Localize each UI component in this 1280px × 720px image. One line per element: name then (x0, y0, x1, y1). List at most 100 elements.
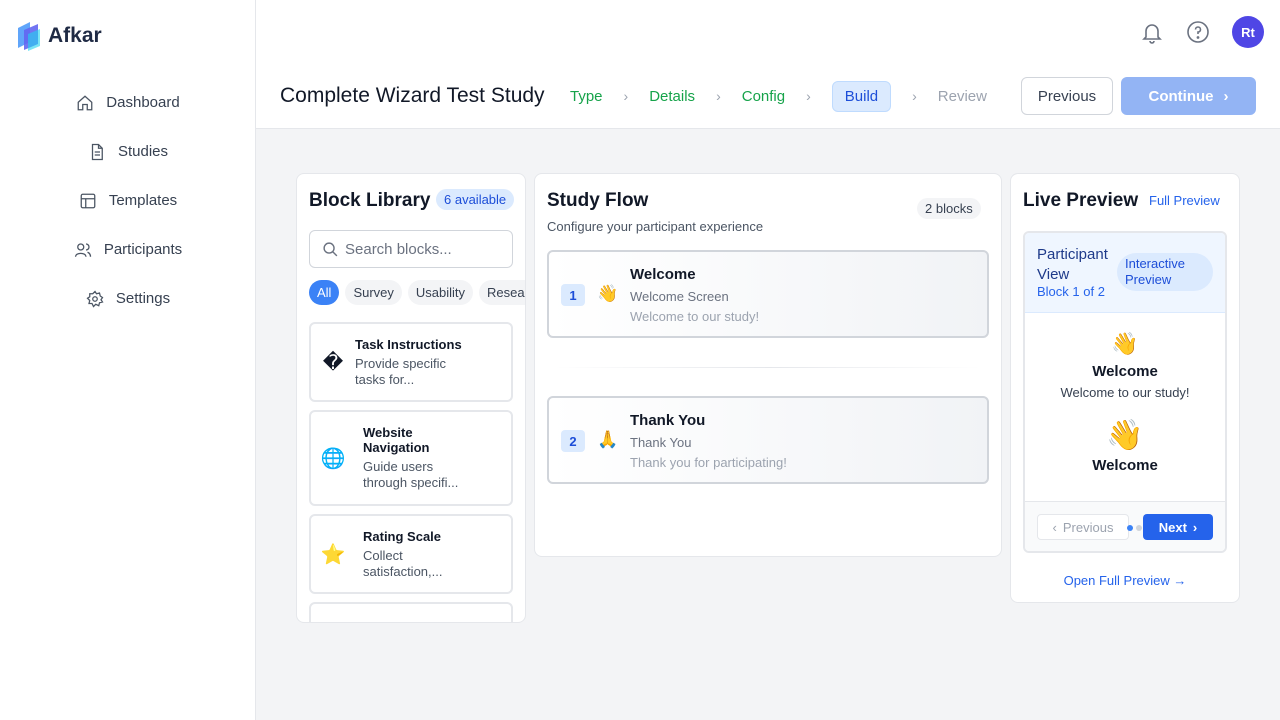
block-card-task-instructions[interactable]: � Task Instructions Provide specific task… (309, 322, 513, 402)
avatar[interactable]: Rt (1232, 16, 1264, 48)
block-title: Website (363, 425, 413, 440)
flow-block-type: Welcome Screen (630, 289, 729, 304)
block-card-website-navigation[interactable]: 🌐 Website Navigation Guide users through s… (309, 410, 513, 506)
block-library-panel: Block Library 6 available Search blocks.… (296, 173, 526, 623)
block-number: 2 (561, 430, 585, 452)
interactive-preview-badge: Interactive Preview (1117, 253, 1213, 291)
study-flow-title: Study Flow (547, 190, 649, 211)
filter-usability[interactable]: Usability (407, 280, 474, 305)
sidebar-item-studies[interactable]: Studies (0, 127, 256, 176)
globe-icon: 🌐 (320, 447, 346, 470)
app-name: Afkar (48, 24, 102, 47)
flow-block-title: Thank You (630, 412, 706, 429)
sidebar-item-settings[interactable]: Settings (0, 274, 256, 323)
participant-view-frame: Participant View Block 1 of 2 Interactiv… (1023, 231, 1227, 553)
chevron-right-icon: › (912, 88, 917, 104)
step-config[interactable]: Config (742, 88, 785, 105)
block-desc: Guide users (363, 459, 434, 474)
gear-icon (86, 289, 104, 308)
search-icon (323, 241, 338, 256)
chevron-right-icon: › (1223, 87, 1229, 105)
participant-view-header: Participant View Block 1 of 2 Interactiv… (1025, 233, 1225, 313)
waving-hand-icon: 👋 (597, 284, 619, 303)
block-number: 1 (561, 284, 585, 306)
block-desc: Provide specific (355, 355, 447, 371)
page-title: Complete Wizard Test Study (280, 84, 545, 107)
sidebar-item-label: Templates (108, 192, 178, 209)
afkar-logo-icon (18, 22, 40, 51)
star-icon: ⭐ (320, 543, 346, 566)
flow-block-type: Thank You (630, 435, 692, 450)
bell-icon[interactable] (1140, 20, 1164, 44)
block-title: Task Instructions (355, 336, 462, 352)
filter-survey[interactable]: Survey (345, 280, 402, 305)
wizard-steps: Type › Details › Config › Build › Review (570, 80, 987, 112)
task-instructions-icon: � (322, 351, 344, 374)
preview-welcome-message: Welcome to our study! (1060, 385, 1190, 400)
flow-block-desc: Welcome to our study! (630, 309, 760, 324)
block-position: Block 1 of 2 (1037, 284, 1105, 299)
praying-hands-icon: 🙏 (597, 430, 619, 449)
page-dot-active (1127, 525, 1133, 531)
step-review[interactable]: Review (938, 88, 987, 105)
page-dot (1136, 525, 1142, 531)
block-card-rating-scale[interactable]: ⭐ Rating Scale Collect satisfaction,... (309, 514, 513, 594)
available-count-badge: 6 available (436, 189, 515, 210)
preview-welcome-title: Welcome (1092, 363, 1158, 380)
header-actions: Rt (1140, 16, 1264, 48)
block-title: Navigation (363, 440, 430, 455)
block-title: Rating Scale (363, 528, 442, 544)
step-build[interactable]: Build (831, 80, 892, 112)
layout-icon (80, 193, 96, 208)
waving-hand-icon: 👋 (1106, 419, 1144, 452)
block-card-partial[interactable] (309, 602, 513, 622)
flow-block-thank-you[interactable]: 2 🙏 Thank You Thank You Thank you for pa… (547, 396, 989, 484)
previous-button[interactable]: Previous (1021, 77, 1113, 115)
preview-previous-label: Previous (1062, 519, 1114, 535)
chevron-right-icon: › (1192, 519, 1198, 535)
home-icon (77, 94, 93, 110)
sidebar-item-participants[interactable]: Participants (0, 225, 256, 274)
live-preview-panel: Live Preview Full Preview Participant Vi… (1010, 173, 1240, 603)
step-details[interactable]: Details (649, 88, 695, 105)
step-type[interactable]: Type (570, 88, 603, 105)
help-icon[interactable] (1186, 20, 1210, 44)
block-desc: satisfaction,... (363, 563, 443, 579)
preview-welcome-title: Welcome (1092, 457, 1158, 474)
participant-view-title: Participant View (1037, 246, 1108, 283)
continue-button[interactable]: Continue › (1121, 77, 1256, 115)
waving-hand-icon: 👋 (1111, 331, 1139, 356)
sidebar-item-templates[interactable]: Templates (0, 176, 256, 225)
chevron-right-icon: › (806, 88, 811, 104)
page-header: Rt Complete Wizard Test Study Type › Det… (256, 0, 1280, 129)
filter-chips: All Survey Usability Research (309, 280, 525, 305)
chevron-right-icon: › (716, 88, 721, 104)
logo[interactable]: Afkar (16, 20, 102, 52)
full-preview-link[interactable]: Full Preview (1149, 193, 1220, 208)
block-desc: through specifi... (363, 475, 459, 490)
search-placeholder: Search blocks... (345, 240, 452, 258)
document-icon (91, 143, 103, 160)
flow-block-welcome[interactable]: 1 👋 Welcome Welcome Screen Welcome to ou… (547, 250, 989, 338)
open-full-preview-link[interactable]: Open Full Preview → (1011, 573, 1239, 588)
search-blocks-input[interactable]: Search blocks... (309, 230, 513, 268)
sidebar-item-label: Studies (117, 143, 169, 160)
sidebar-item-label: Dashboard (106, 94, 180, 111)
sidebar-item-dashboard[interactable]: Dashboard (0, 78, 256, 127)
preview-content: 👋 Welcome Welcome to our study! 👋 Welcom… (1025, 313, 1225, 503)
flow-block-title: Welcome (630, 266, 696, 283)
chevron-right-icon: › (623, 88, 629, 104)
flow-block-desc: Thank you for participating! (630, 455, 787, 470)
filter-research[interactable]: Research (479, 280, 525, 305)
preview-next-label: Next (1158, 519, 1187, 535)
chevron-left-icon: ‹ (1052, 519, 1057, 535)
sidebar: Afkar Dashboard Studies Templates Partic… (0, 0, 256, 720)
sidebar-nav: Dashboard Studies Templates Participants… (0, 78, 256, 323)
continue-label: Continue (1148, 87, 1214, 105)
preview-previous-button[interactable]: ‹ Previous (1037, 514, 1129, 540)
live-preview-title: Live Preview (1023, 190, 1139, 211)
blocks-count-badge: 2 blocks (917, 198, 981, 219)
filter-all[interactable]: All (309, 280, 340, 305)
preview-next-button[interactable]: Next › (1143, 514, 1213, 540)
block-desc: tasks for... (355, 371, 415, 387)
